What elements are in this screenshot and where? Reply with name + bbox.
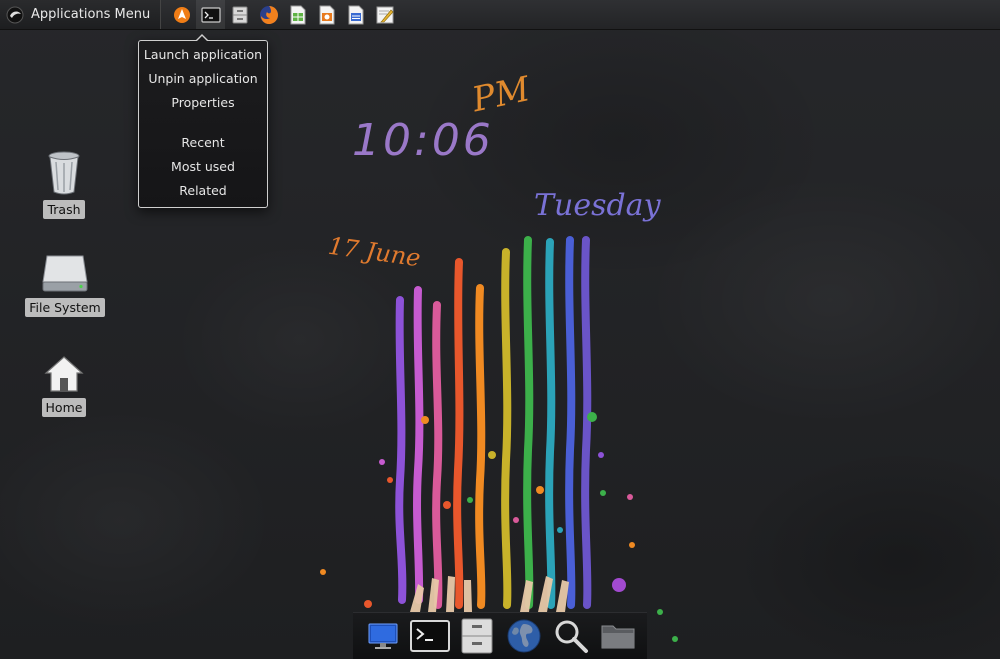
distro-logo-icon xyxy=(6,6,24,23)
launcher-app-finder[interactable] xyxy=(167,0,196,29)
file-cabinet-icon xyxy=(461,618,492,654)
applications-menu-button[interactable]: Applications Menu xyxy=(0,0,162,29)
wallpaper-hands xyxy=(410,576,569,612)
applications-menu-label: Applications Menu xyxy=(31,7,151,22)
dock-item-file-manager[interactable] xyxy=(455,616,499,656)
menu-item-recent[interactable]: Recent xyxy=(139,131,267,155)
document-icon xyxy=(348,5,364,24)
desktop-icon-file-system[interactable]: File System xyxy=(24,252,106,317)
wallpaper-meridiem: PM xyxy=(468,69,535,121)
trash-icon xyxy=(48,151,80,195)
firefox-icon xyxy=(259,5,278,24)
panel-launchers xyxy=(161,0,399,29)
top-panel: Applications Menu xyxy=(0,0,1000,30)
terminal-icon xyxy=(409,620,450,652)
launcher-terminal[interactable] xyxy=(196,0,226,29)
menu-separator xyxy=(139,115,267,131)
drive-icon xyxy=(42,255,88,292)
dock-item-web-browser[interactable] xyxy=(502,616,546,656)
desktop-icon-trash[interactable]: Trash xyxy=(42,150,86,219)
launcher-document[interactable] xyxy=(341,0,370,29)
dock-item-terminal[interactable] xyxy=(408,616,452,656)
paint-drops xyxy=(320,412,678,642)
folder-icon xyxy=(601,625,634,649)
file-cabinet-icon xyxy=(232,6,248,23)
launcher-firefox[interactable] xyxy=(254,0,283,29)
home-icon xyxy=(44,356,84,392)
dock-item-folder[interactable] xyxy=(596,616,640,656)
wallpaper-weekday: Tuesday xyxy=(534,188,662,223)
display-icon xyxy=(368,623,397,649)
wallpaper-time: 10:06 xyxy=(352,115,494,166)
desktop: 10:06 PM Tuesday 17 June Applications Me… xyxy=(0,0,1000,659)
menu-item-unpin-application[interactable]: Unpin application xyxy=(139,67,267,91)
menu-item-properties[interactable]: Properties xyxy=(139,91,267,115)
desktop-icon-label: Trash xyxy=(43,200,85,219)
wallpaper-date: 17 June xyxy=(326,232,422,273)
desktop-icon-label: File System xyxy=(25,298,105,317)
dock-item-display[interactable] xyxy=(361,616,405,656)
text-editor-icon xyxy=(376,6,394,23)
app-finder-icon xyxy=(173,6,190,23)
desktop-icon-label: Home xyxy=(41,398,87,417)
presentation-icon xyxy=(319,5,335,24)
launcher-presentation[interactable] xyxy=(312,0,341,29)
terminal-icon xyxy=(201,6,221,23)
menu-item-related[interactable]: Related xyxy=(139,179,267,203)
menu-item-most-used[interactable]: Most used xyxy=(139,155,267,179)
dock-item-search[interactable] xyxy=(549,616,593,656)
search-icon xyxy=(555,620,588,653)
globe-icon xyxy=(507,619,540,653)
launcher-file-manager[interactable] xyxy=(225,0,254,29)
menu-item-launch-application[interactable]: Launch application xyxy=(139,43,267,67)
bottom-dock xyxy=(353,612,647,659)
desktop-icon-home[interactable]: Home xyxy=(40,354,88,417)
spreadsheet-icon xyxy=(290,5,306,24)
launcher-context-menu: Launch application Unpin application Pro… xyxy=(138,34,268,208)
launcher-spreadsheet[interactable] xyxy=(283,0,312,29)
launcher-text-editor[interactable] xyxy=(370,0,399,29)
